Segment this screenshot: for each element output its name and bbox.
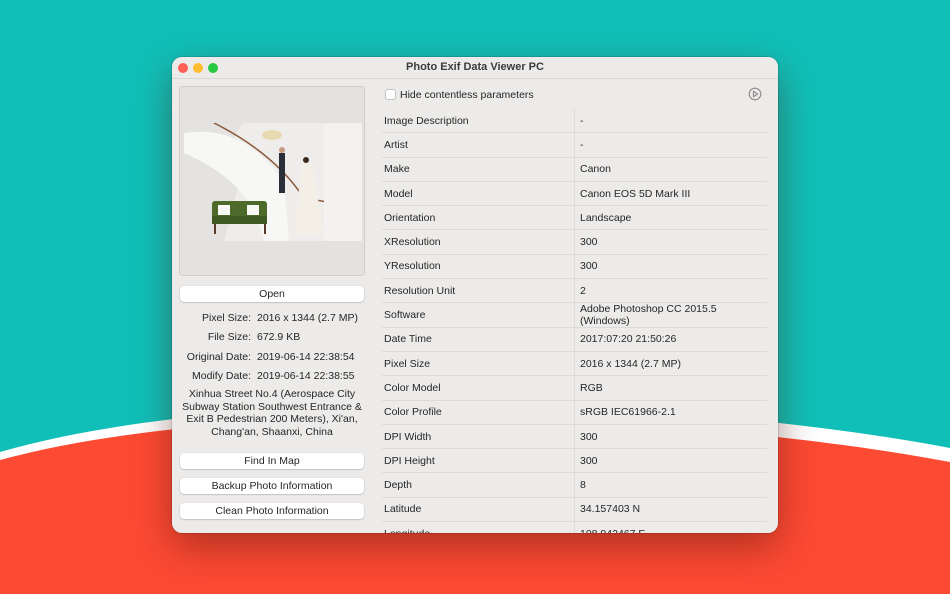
info-value: 2019-06-14 22:38:54: [257, 350, 355, 363]
exif-row[interactable]: Latitude 34.157403 N: [382, 497, 767, 523]
exif-value: 2016 x 1344 (2.7 MP): [580, 357, 681, 370]
exif-key: Make: [382, 157, 575, 181]
exif-value: 300: [580, 430, 598, 443]
exif-value: sRGB IEC61966-2.1: [580, 406, 676, 419]
exif-row[interactable]: YResolution 300: [382, 254, 767, 280]
photo-image: [184, 123, 362, 241]
app-window: Photo Exif Data Viewer PC Open Pixel Siz…: [172, 57, 778, 533]
right-pane: Hide contentless parameters Image Descri…: [382, 79, 772, 533]
exif-value: Adobe Photoshop CC 2015.5 (Windows): [580, 303, 717, 328]
exif-key: Pixel Size: [382, 351, 575, 376]
exif-key: Depth: [382, 473, 575, 497]
info-label: Original Date:: [186, 350, 251, 363]
exif-row[interactable]: Color Model RGB: [382, 376, 767, 401]
exif-row[interactable]: Resolution Unit 2: [382, 279, 767, 304]
backup-photo-information-button[interactable]: Backup Photo Information: [180, 478, 364, 494]
hide-contentless-label[interactable]: Hide contentless parameters: [400, 89, 534, 101]
exif-value: -: [580, 114, 584, 127]
exif-key: Artist: [382, 133, 575, 157]
photo-preview-well[interactable]: [179, 86, 365, 276]
exif-key: DPI Width: [382, 424, 575, 449]
exif-key: Latitude: [382, 497, 575, 522]
play-circle-icon[interactable]: [748, 87, 762, 101]
exif-row[interactable]: XResolution 300: [382, 230, 767, 255]
exif-toolbar: Hide contentless parameters: [382, 79, 772, 109]
exif-key: Color Model: [382, 376, 575, 400]
exif-row[interactable]: Date Time 2017:07:20 21:50:26: [382, 327, 767, 352]
exif-key: YResolution: [382, 254, 575, 279]
exif-row[interactable]: Software Adobe Photoshop CC 2015.5 (Wind…: [382, 303, 767, 328]
file-info: Pixel Size: 2016 x 1344 (2.7 MP) File Si…: [179, 308, 365, 386]
exif-value: Canon EOS 5D Mark III: [580, 187, 691, 200]
exif-key: Orientation: [382, 206, 575, 230]
exif-row[interactable]: Orientation Landscape: [382, 206, 767, 231]
exif-row[interactable]: Color Profile sRGB IEC61966-2.1: [382, 400, 767, 425]
hide-contentless-checkbox[interactable]: [385, 89, 396, 100]
exif-value: 8: [580, 479, 586, 492]
exif-key: Image Description: [382, 109, 575, 133]
info-value: 2016 x 1344 (2.7 MP): [257, 311, 358, 324]
exif-value: 300: [580, 236, 598, 249]
info-row-file-size: File Size: 672.9 KB: [179, 328, 365, 348]
exif-value: 300: [580, 260, 598, 273]
exif-value: Canon: [580, 163, 611, 176]
open-button[interactable]: Open: [180, 286, 364, 302]
window-title: Photo Exif Data Viewer PC: [406, 61, 544, 73]
exif-value: 108.942467 E: [575, 528, 767, 533]
title-bar: Photo Exif Data Viewer PC: [172, 57, 778, 79]
info-value: 672.9 KB: [257, 331, 301, 344]
info-label: Modify Date:: [192, 370, 251, 383]
exif-value: 2: [580, 284, 586, 297]
exif-value: 300: [580, 454, 598, 467]
left-pane: Open Pixel Size: 2016 x 1344 (2.7 MP) Fi…: [179, 86, 365, 533]
info-row-pixel-size: Pixel Size: 2016 x 1344 (2.7 MP): [179, 308, 365, 328]
clean-photo-information-button[interactable]: Clean Photo Information: [180, 503, 364, 519]
exif-value: -: [580, 138, 584, 151]
exif-key: Resolution Unit: [382, 279, 575, 303]
exif-row[interactable]: Pixel Size 2016 x 1344 (2.7 MP): [382, 351, 767, 377]
exif-table: Image Description - Artist - Make Canon …: [382, 109, 767, 533]
info-label: Pixel Size:: [201, 311, 251, 324]
exif-row[interactable]: Model Canon EOS 5D Mark III: [382, 181, 767, 207]
exif-key: Date Time: [382, 327, 575, 351]
exif-row[interactable]: Artist -: [382, 133, 767, 158]
exif-value: RGB: [580, 381, 603, 394]
exif-row[interactable]: DPI Height 300: [382, 449, 767, 474]
info-row-original-date: Original Date: 2019-06-14 22:38:54: [179, 347, 365, 367]
exif-key: Color Profile: [382, 400, 575, 424]
location-address: Xinhua Street No.4 (Aerospace City Subwa…: [182, 388, 362, 438]
exif-key: Model: [382, 181, 575, 206]
info-value: 2019-06-14 22:38:55: [257, 370, 355, 383]
info-label: File Size:: [207, 331, 251, 344]
exif-row[interactable]: Image Description -: [382, 109, 767, 134]
exif-row[interactable]: Make Canon: [382, 157, 767, 182]
exif-value: Landscape: [580, 211, 632, 224]
exif-row[interactable]: DPI Width 300: [382, 424, 767, 450]
exif-value: 2017:07:20 21:50:26: [580, 333, 677, 346]
exif-key: DPI Height: [382, 449, 575, 473]
find-in-map-button[interactable]: Find In Map: [180, 453, 364, 469]
exif-value: 34.157403 N: [580, 503, 641, 516]
exif-key: XResolution: [382, 230, 575, 254]
exif-key: Software: [382, 303, 575, 327]
exif-row[interactable]: Depth 8: [382, 473, 767, 498]
info-row-modify-date: Modify Date: 2019-06-14 22:38:55: [179, 367, 365, 387]
exif-row[interactable]: Longitude 108.942467 E: [382, 522, 767, 533]
photo-thumbnail: [184, 123, 362, 241]
exif-key: Longitude: [382, 522, 575, 533]
